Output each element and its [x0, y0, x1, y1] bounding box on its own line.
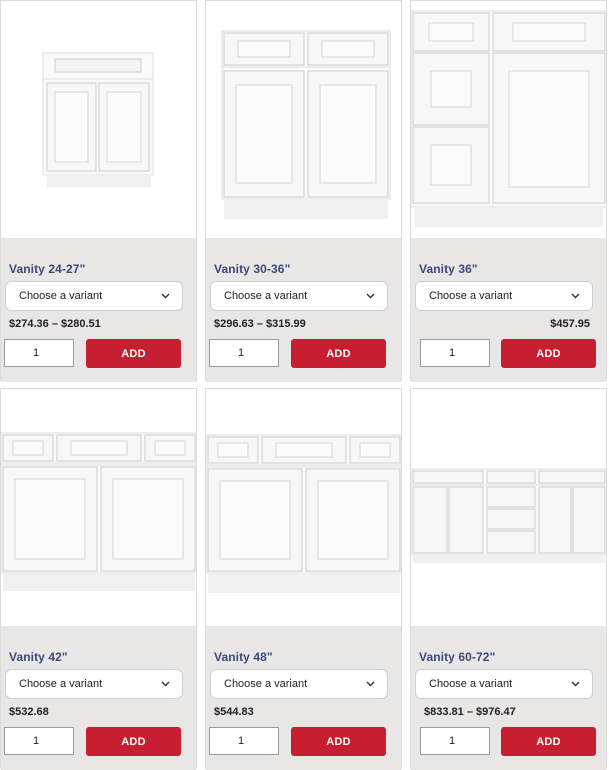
- quantity-input[interactable]: 1: [209, 339, 279, 367]
- vanity-cabinet-icon: [411, 468, 606, 563]
- variant-select[interactable]: Choose a variant: [210, 669, 388, 699]
- variant-select[interactable]: Choose a variant: [5, 281, 183, 311]
- product-title[interactable]: Vanity 30-36": [214, 262, 290, 276]
- product-panel: Vanity 48" Choose a variant $544.83 1 AD…: [206, 626, 401, 770]
- chevron-down-icon: [571, 293, 580, 299]
- chevron-down-icon: [366, 293, 375, 299]
- product-title[interactable]: Vanity 60-72": [419, 650, 495, 664]
- vanity-cabinet-icon: [411, 10, 606, 227]
- product-image[interactable]: [1, 389, 196, 626]
- quantity-value: 1: [33, 735, 40, 747]
- add-to-cart-button[interactable]: ADD: [501, 339, 596, 368]
- vanity-cabinet-icon: [1, 432, 196, 591]
- chevron-down-icon: [161, 293, 170, 299]
- quantity-value: 1: [238, 347, 245, 359]
- product-price: $457.95: [550, 318, 590, 330]
- variant-select[interactable]: Choose a variant: [210, 281, 388, 311]
- quantity-input[interactable]: 1: [420, 727, 490, 755]
- variant-select[interactable]: Choose a variant: [415, 281, 593, 311]
- quantity-input[interactable]: 1: [4, 727, 74, 755]
- chevron-down-icon: [571, 681, 580, 687]
- add-to-cart-button[interactable]: ADD: [501, 727, 596, 756]
- add-to-cart-button[interactable]: ADD: [86, 727, 181, 756]
- product-panel: Vanity 42" Choose a variant $532.68 1 AD…: [1, 626, 196, 770]
- product-title[interactable]: Vanity 48": [214, 650, 273, 664]
- variant-select-label: Choose a variant: [19, 290, 103, 302]
- product-card: Vanity 24-27" Choose a variant $274.36 –…: [0, 0, 197, 382]
- product-panel: Vanity 24-27" Choose a variant $274.36 –…: [1, 238, 196, 382]
- product-panel: Vanity 36" Choose a variant $457.95 1 AD…: [411, 238, 606, 382]
- variant-select-label: Choose a variant: [429, 290, 513, 302]
- product-price: $274.36 – $280.51: [9, 318, 101, 330]
- add-to-cart-button[interactable]: ADD: [291, 727, 386, 756]
- product-panel: Vanity 30-36" Choose a variant $296.63 –…: [206, 238, 401, 382]
- product-image[interactable]: [1, 1, 196, 238]
- product-price: $544.83: [214, 706, 254, 718]
- product-card: Vanity 30-36" Choose a variant $296.63 –…: [205, 0, 402, 382]
- chevron-down-icon: [161, 681, 170, 687]
- product-card: Vanity 48" Choose a variant $544.83 1 AD…: [205, 388, 402, 770]
- product-card: Vanity 36" Choose a variant $457.95 1 AD…: [410, 0, 607, 382]
- quantity-value: 1: [449, 347, 456, 359]
- add-to-cart-button[interactable]: ADD: [291, 339, 386, 368]
- product-price: $833.81 – $976.47: [424, 706, 516, 718]
- quantity-input[interactable]: 1: [420, 339, 490, 367]
- product-panel: Vanity 60-72" Choose a variant $833.81 –…: [411, 626, 606, 770]
- product-card: Vanity 60-72" Choose a variant $833.81 –…: [410, 388, 607, 770]
- vanity-cabinet-icon: [206, 434, 401, 593]
- product-image[interactable]: [411, 389, 606, 626]
- product-image[interactable]: [206, 1, 401, 238]
- variant-select-label: Choose a variant: [224, 290, 308, 302]
- quantity-input[interactable]: 1: [209, 727, 279, 755]
- chevron-down-icon: [366, 681, 375, 687]
- product-price: $532.68: [9, 706, 49, 718]
- product-title[interactable]: Vanity 42": [9, 650, 68, 664]
- variant-select-label: Choose a variant: [429, 678, 513, 690]
- quantity-value: 1: [449, 735, 456, 747]
- vanity-cabinet-icon: [42, 52, 154, 187]
- variant-select[interactable]: Choose a variant: [415, 669, 593, 699]
- variant-select-label: Choose a variant: [19, 678, 103, 690]
- product-price: $296.63 – $315.99: [214, 318, 306, 330]
- quantity-value: 1: [33, 347, 40, 359]
- product-card: Vanity 42" Choose a variant $532.68 1 AD…: [0, 388, 197, 770]
- product-title[interactable]: Vanity 36": [419, 262, 478, 276]
- quantity-value: 1: [238, 735, 245, 747]
- variant-select-label: Choose a variant: [224, 678, 308, 690]
- add-to-cart-button[interactable]: ADD: [86, 339, 181, 368]
- quantity-input[interactable]: 1: [4, 339, 74, 367]
- product-image[interactable]: [411, 1, 606, 238]
- vanity-cabinet-icon: [221, 30, 391, 219]
- variant-select[interactable]: Choose a variant: [5, 669, 183, 699]
- product-title[interactable]: Vanity 24-27": [9, 262, 85, 276]
- product-image[interactable]: [206, 389, 401, 626]
